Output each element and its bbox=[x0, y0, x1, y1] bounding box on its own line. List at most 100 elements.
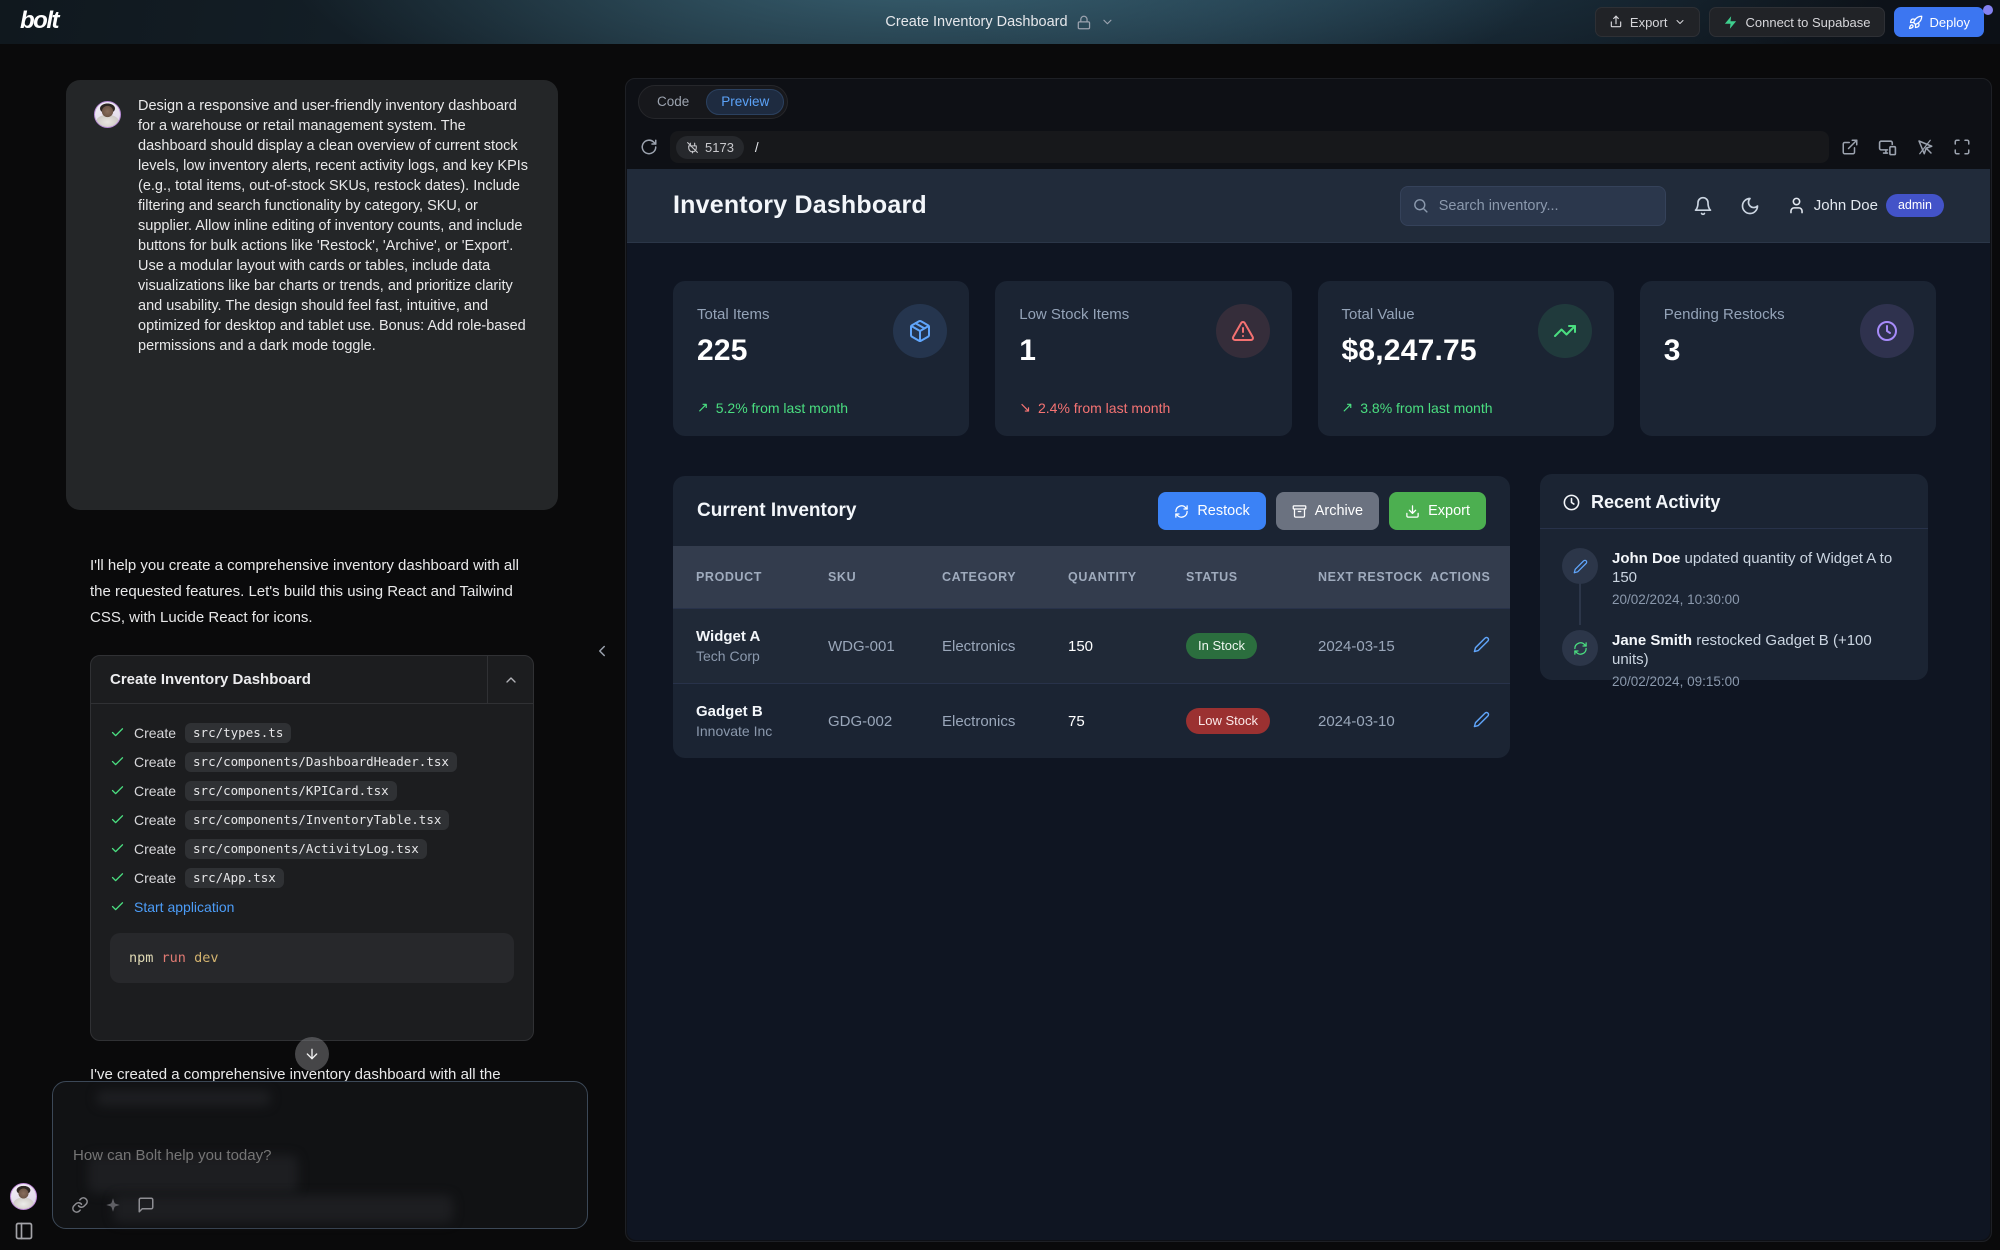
export-button[interactable]: Export bbox=[1595, 7, 1701, 37]
user-icon bbox=[1787, 196, 1806, 215]
plug-icon bbox=[686, 141, 699, 154]
account-avatar[interactable] bbox=[10, 1183, 37, 1210]
inventory-search[interactable] bbox=[1400, 186, 1666, 226]
check-icon bbox=[110, 899, 125, 914]
search-icon bbox=[1412, 197, 1429, 214]
dashboard-header: Inventory Dashboard John Doe admin bbox=[627, 169, 1990, 243]
bolt-logo[interactable]: bolt bbox=[20, 7, 58, 35]
port-pill[interactable]: 5173 bbox=[676, 136, 744, 159]
artifact-step: Create src/App.tsx bbox=[110, 863, 514, 892]
file-chip[interactable]: src/App.tsx bbox=[185, 868, 284, 888]
artifact-header: Create Inventory Dashboard bbox=[91, 656, 533, 704]
check-icon bbox=[110, 725, 125, 740]
recent-activity-header: Recent Activity bbox=[1540, 474, 1928, 529]
kpi-card-total-items: Total Items 225 ↗ 5.2% from last month bbox=[673, 281, 969, 436]
terminal-command-block: npm run dev bbox=[110, 933, 514, 983]
chevron-down-icon[interactable] bbox=[1101, 15, 1115, 29]
fullscreen-icon[interactable] bbox=[1953, 138, 1971, 157]
refresh-icon bbox=[1562, 630, 1598, 666]
sidebar-toggle-icon[interactable] bbox=[14, 1221, 34, 1241]
tab-preview[interactable]: Preview bbox=[706, 89, 784, 115]
collapse-button[interactable] bbox=[487, 656, 533, 703]
archive-button[interactable]: Archive bbox=[1276, 492, 1379, 530]
edit-pencil-icon[interactable] bbox=[1473, 636, 1490, 653]
collapse-chat-chevron[interactable] bbox=[593, 642, 611, 660]
activity-timestamp: 20/02/2024, 10:30:00 bbox=[1612, 592, 1906, 607]
open-external-icon[interactable] bbox=[1841, 138, 1859, 157]
chat-input-toolbar bbox=[71, 1196, 155, 1214]
file-chip[interactable]: src/components/DashboardHeader.tsx bbox=[185, 752, 457, 772]
search-input[interactable] bbox=[1400, 186, 1666, 226]
activity-list: John Doe updated quantity of Widget A to… bbox=[1540, 529, 1928, 689]
artifact-step: Create src/components/KPICard.tsx bbox=[110, 776, 514, 805]
trending-up-icon bbox=[1538, 304, 1592, 358]
start-application-step: Start application bbox=[110, 892, 514, 921]
archive-icon bbox=[1292, 504, 1307, 519]
inspector-cursor-icon[interactable] bbox=[1916, 138, 1934, 157]
project-title-group[interactable]: Create Inventory Dashboard bbox=[885, 0, 1114, 44]
file-chip[interactable]: src/types.ts bbox=[185, 723, 291, 743]
bell-icon[interactable] bbox=[1693, 196, 1713, 216]
reload-icon[interactable] bbox=[640, 138, 658, 156]
inventory-dashboard-app: Inventory Dashboard John Doe admin Total… bbox=[627, 169, 1990, 1240]
chat-bubble-icon[interactable] bbox=[137, 1196, 155, 1214]
file-chip[interactable]: src/components/ActivityLog.tsx bbox=[185, 839, 427, 859]
check-icon bbox=[110, 783, 125, 798]
start-application-link[interactable]: Start application bbox=[134, 899, 234, 915]
list-item: John Doe updated quantity of Widget A to… bbox=[1562, 548, 1906, 607]
clock-icon bbox=[1562, 493, 1581, 512]
table-row[interactable]: Widget A Tech Corp WDG-001 Electronics 1… bbox=[673, 608, 1510, 683]
link-icon[interactable] bbox=[71, 1196, 89, 1214]
rocket-icon bbox=[1908, 15, 1923, 30]
alert-triangle-icon bbox=[1216, 304, 1270, 358]
restock-button[interactable]: Restock bbox=[1158, 492, 1265, 530]
supabase-bolt-icon bbox=[1723, 15, 1738, 30]
editor-tabs-row: Code Preview bbox=[626, 79, 1991, 125]
file-chip[interactable]: src/components/KPICard.tsx bbox=[185, 781, 397, 801]
scroll-to-bottom-button[interactable] bbox=[295, 1037, 329, 1071]
list-item: Jane Smith restocked Gadget B (+100 unit… bbox=[1562, 630, 1906, 689]
export-csv-button[interactable]: Export bbox=[1389, 492, 1486, 530]
current-inventory-card: Current Inventory Restock Archive Export… bbox=[673, 476, 1510, 758]
user-name: John Doe bbox=[1814, 197, 1878, 214]
artifact-step: Create src/components/InventoryTable.tsx bbox=[110, 805, 514, 834]
table-row[interactable]: Gadget B Innovate Inc GDG-002 Electronic… bbox=[673, 683, 1510, 758]
edit-pencil-icon[interactable] bbox=[1473, 711, 1490, 728]
kpi-row: Total Items 225 ↗ 5.2% from last month L… bbox=[673, 281, 1936, 436]
assistant-intro-text: I'll help you create a comprehensive inv… bbox=[90, 553, 542, 631]
quantity-value[interactable]: 75 bbox=[1068, 713, 1186, 730]
arrow-down-icon bbox=[304, 1046, 320, 1062]
connect-supabase-button[interactable]: Connect to Supabase bbox=[1709, 7, 1884, 37]
artifact-card: Create Inventory Dashboard Create src/ty… bbox=[90, 655, 534, 1041]
dashboard-header-actions: John Doe admin bbox=[1400, 186, 1944, 226]
quantity-value[interactable]: 150 bbox=[1068, 638, 1186, 655]
timeline-connector bbox=[1579, 581, 1581, 625]
chat-input-box[interactable] bbox=[52, 1081, 588, 1229]
check-icon bbox=[110, 841, 125, 856]
kpi-card-pending-restocks: Pending Restocks 3 bbox=[1640, 281, 1936, 436]
user-menu[interactable]: John Doe admin bbox=[1787, 194, 1944, 217]
deploy-button[interactable]: Deploy bbox=[1894, 7, 1984, 37]
url-bar[interactable]: 5173 / bbox=[670, 131, 1829, 163]
check-icon bbox=[110, 870, 125, 885]
notification-dot bbox=[1983, 5, 1993, 15]
role-badge: admin bbox=[1886, 194, 1944, 217]
sparkles-icon[interactable] bbox=[104, 1196, 122, 1214]
tab-code[interactable]: Code bbox=[642, 89, 704, 115]
user-message-card: Design a responsive and user-friendly in… bbox=[66, 80, 558, 510]
refresh-icon bbox=[1174, 504, 1189, 519]
artifact-step: Create src/components/ActivityLog.tsx bbox=[110, 834, 514, 863]
devices-icon[interactable] bbox=[1878, 138, 1897, 157]
dashboard-title: Inventory Dashboard bbox=[673, 191, 927, 220]
dark-mode-toggle-moon-icon[interactable] bbox=[1740, 196, 1760, 216]
project-title: Create Inventory Dashboard bbox=[885, 14, 1067, 30]
kpi-card-total-value: Total Value $8,247.75 ↗ 3.8% from last m… bbox=[1318, 281, 1614, 436]
status-badge: In Stock bbox=[1186, 633, 1257, 659]
check-icon bbox=[110, 754, 125, 769]
inventory-card-header: Current Inventory Restock Archive Export bbox=[673, 476, 1510, 546]
file-chip[interactable]: src/components/InventoryTable.tsx bbox=[185, 810, 449, 830]
artifact-title: Create Inventory Dashboard bbox=[91, 671, 487, 688]
trend-up-arrow: ↗ bbox=[697, 399, 709, 416]
pencil-icon bbox=[1562, 548, 1598, 584]
package-icon bbox=[893, 304, 947, 358]
